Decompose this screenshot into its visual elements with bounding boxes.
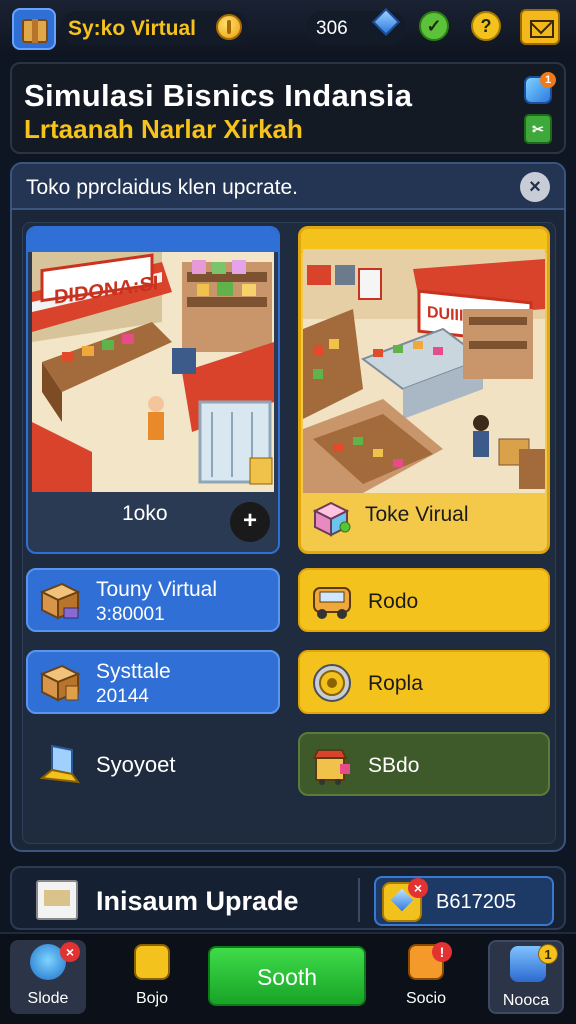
close-button[interactable]: × (520, 172, 550, 202)
nav-label: Sooth (256, 964, 318, 990)
box-icon (38, 580, 82, 622)
nav-badge: × (60, 942, 80, 962)
item-ropla[interactable]: Ropla (298, 650, 550, 714)
gem-count: 306 (316, 18, 348, 39)
nav-label: Nooca (502, 992, 550, 1009)
help-button[interactable]: ? (471, 11, 501, 41)
check-icon: ✓ (426, 15, 442, 36)
app-title: Sy:ko Virtual (68, 17, 196, 40)
check-button[interactable]: ✓ (419, 11, 449, 41)
nav-nooca[interactable]: 1 Nooca (488, 940, 564, 1014)
mail-button[interactable] (520, 9, 560, 45)
item-title: Touny Virtual (96, 578, 218, 601)
shop-scene-illustration: DIDONA:SI (32, 252, 274, 492)
bottom-nav: × Slode Bojo Sooth ! Socio 1 Nooca (0, 932, 576, 1024)
header-panel: Simulasi Bisnics Indansia Lrtaanah Narla… (10, 62, 566, 154)
cost-badge: × (408, 878, 428, 898)
close-icon: × (529, 176, 541, 198)
nav-sooth-button[interactable]: Sooth (208, 946, 366, 1006)
card-label: 1oko (122, 502, 168, 525)
item-systtale[interactable]: Systtale 20144 (26, 650, 280, 714)
nav-slode[interactable]: × Slode (10, 940, 86, 1014)
shop-card-toko[interactable]: DIDONA:SI 1oko + (26, 226, 280, 554)
store-box-icon[interactable] (12, 8, 56, 50)
page-title: Simulasi Bisnics Indansia (24, 78, 413, 113)
card-label: Toke Virual (365, 503, 469, 526)
upgrade-title: Inisaum Uprade (96, 886, 299, 916)
item-syoyoet[interactable]: Syoyoet (26, 732, 280, 796)
nav-bojo[interactable]: Bojo (114, 940, 190, 1014)
coin-icon (216, 14, 242, 40)
virtual-shop-illustration: DUIIIHIH (303, 249, 545, 493)
item-title: Syoyoet (96, 752, 176, 777)
plus-icon: + (242, 507, 257, 534)
crystal-icon (38, 742, 82, 784)
item-value: 20144 (96, 686, 149, 707)
shop-stall-icon (310, 744, 354, 786)
item-rodo[interactable]: Rodo (298, 568, 550, 632)
document-icon (36, 880, 78, 920)
notification-badge: 1 (540, 72, 556, 88)
box-icon (38, 662, 82, 704)
nav-badge: 1 (538, 944, 558, 964)
nav-label: Slode (27, 990, 69, 1007)
item-title: Systtale (96, 660, 171, 683)
item-touny-virtual[interactable]: Touny Virtual 3:80001 (26, 568, 280, 632)
upgrade-dialog: Toko pprclaidus klen upcrate. × DIDONA:S… (10, 162, 566, 852)
dialog-message: Toko pprclaidus klen upcrate. (26, 176, 298, 199)
add-button[interactable]: + (230, 502, 270, 542)
page-subtitle: Lrtaanah Narlar Xirkah (24, 114, 303, 144)
upgrade-cost-button[interactable]: × B617205 (374, 876, 554, 926)
upgrade-bar: Inisaum Uprade × B617205 (10, 866, 566, 930)
nav-label: Socio (405, 990, 447, 1007)
dialog-banner: Toko pprclaidus klen upcrate. × (12, 164, 564, 210)
shop-card-toke-virual[interactable]: DUIIIHIH Toke Virual (298, 226, 550, 554)
item-title: Rodo (368, 590, 419, 613)
robot-icon (134, 944, 170, 980)
top-bar: Sy:ko Virtual 306 ✓ ? (0, 0, 576, 56)
nav-label: Bojo (135, 990, 169, 1007)
stats-icon[interactable]: ✂ (524, 114, 552, 144)
question-icon: ? (480, 15, 492, 36)
truck-icon (310, 580, 354, 622)
coin-badge-icon (310, 662, 354, 704)
nav-badge: ! (432, 942, 452, 962)
item-sbdo[interactable]: SBdo (298, 732, 550, 796)
package-icon (311, 499, 351, 539)
upgrade-cost: B617205 (436, 891, 517, 913)
item-value: 3:80001 (96, 604, 165, 625)
item-title: SBdo (368, 754, 420, 777)
item-title: Ropla (368, 672, 423, 695)
nav-socio[interactable]: ! Socio (388, 940, 464, 1014)
divider (358, 878, 360, 922)
